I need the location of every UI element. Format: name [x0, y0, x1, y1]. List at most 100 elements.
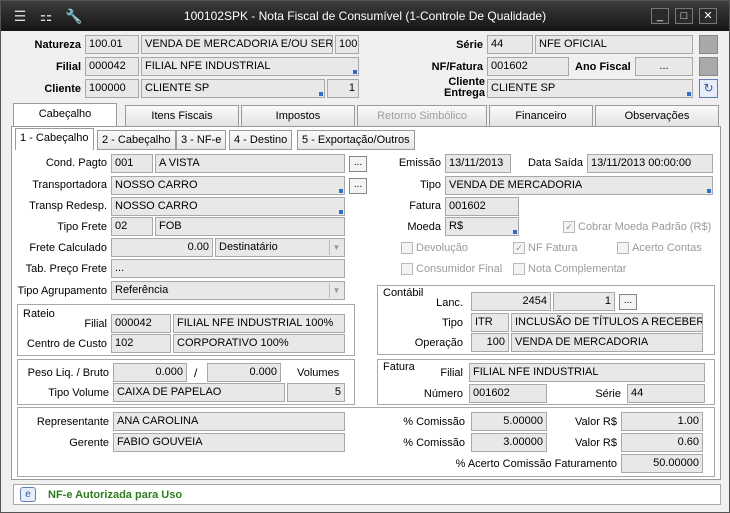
cliente-entrega-label: Cliente Entrega [444, 76, 485, 99]
tipo-frete-desc-field[interactable]: FOB [155, 217, 345, 236]
transportadora-field[interactable]: NOSSO CARRO [111, 176, 345, 195]
frete-calculado-label: Frete Calculado [29, 242, 107, 254]
emissao-field[interactable]: 13/11/2013 [445, 154, 511, 173]
fatura-numero-field[interactable]: 001602 [469, 384, 547, 403]
gerente-field[interactable]: FABIO GOUVEIA [113, 433, 345, 452]
natureza-desc-field[interactable]: VENDA DE MERCADORIA E/OU SERVI [141, 35, 333, 54]
peso-liquido-field[interactable]: 0.000 [113, 363, 187, 382]
moeda-label: Moeda [407, 221, 441, 233]
filial-desc-field[interactable]: FILIAL NFE INDUSTRIAL [141, 57, 359, 76]
tab-itens-fiscais[interactable]: Itens Fiscais [125, 105, 239, 127]
serie-flag-box [699, 35, 718, 54]
lanc-field[interactable]: 2454 [471, 292, 551, 311]
fatura-serie-field[interactable]: 44 [627, 384, 705, 403]
tab-financeiro[interactable]: Financeiro [489, 105, 593, 127]
fatura-filial-field[interactable]: FILIAL NFE INDUSTRIAL [469, 363, 705, 382]
data-saida-field[interactable]: 13/11/2013 00:00:00 [587, 154, 713, 173]
cliente-desc-field[interactable]: CLIENTE SP [141, 79, 325, 98]
comissao-pct-field-2[interactable]: 3.00000 [471, 433, 547, 452]
nota-complementar-checkbox[interactable]: Nota Complementar [513, 263, 626, 276]
tipo-volume-label: Tipo Volume [48, 387, 109, 399]
peso-bruto-field[interactable]: 0.000 [207, 363, 281, 382]
tab-impostos[interactable]: Impostos [241, 105, 355, 127]
tab-retorno-simbolico[interactable]: Retorno Simbólico [357, 105, 487, 127]
lanc-num-field[interactable]: 1 [553, 292, 615, 311]
chevron-down-icon: ▼ [329, 283, 343, 298]
operacao-label: Operação [414, 337, 463, 349]
consumidor-final-checkbox[interactable]: Consumidor Final [401, 263, 502, 276]
ano-fiscal-label: Ano Fiscal [575, 61, 631, 73]
cobrar-moeda-checkbox[interactable]: ✓ Cobrar Moeda Padrão (R$) [563, 221, 711, 234]
cliente-num-field[interactable]: 1 [327, 79, 359, 98]
nf-fatura-checkbox[interactable]: ✓ NF Fatura [513, 242, 578, 255]
close-button[interactable]: ✕ [699, 8, 717, 24]
ano-fiscal-field[interactable]: ... [635, 57, 693, 76]
transp-redesp-field[interactable]: NOSSO CARRO [111, 197, 345, 216]
volumes-field[interactable]: 5 [287, 383, 345, 402]
gear-icon[interactable] [699, 57, 718, 76]
checkmark-icon: ✓ [513, 242, 525, 255]
devolucao-checkbox[interactable]: Devolução [401, 242, 468, 255]
acerto-contas-checkbox[interactable]: Acerto Contas [617, 242, 702, 255]
tipo-frete-label: Tipo Frete [57, 221, 107, 233]
cond-pagto-desc-field[interactable]: A VISTA [155, 154, 345, 173]
subtab-4-destino[interactable]: 4 - Destino [229, 130, 293, 150]
representante-field[interactable]: ANA CAROLINA [113, 412, 345, 431]
acerto-comissao-field[interactable]: 50.00000 [621, 454, 703, 473]
subtab-5-exportacao[interactable]: 5 - Exportação/Outros [297, 130, 415, 150]
contabil-tipo-code-field[interactable]: ITR [471, 313, 509, 332]
natureza-code-field[interactable]: 100.01 [85, 35, 139, 54]
subtab-1-cabecalho[interactable]: 1 - Cabeçalho [15, 128, 94, 150]
serie-code-field[interactable]: 44 [487, 35, 533, 54]
cond-pagto-code-field[interactable]: 001 [111, 154, 153, 173]
refresh-icon[interactable]: ↻ [699, 79, 718, 98]
filial-code-field[interactable]: 000042 [85, 57, 139, 76]
contabil-tipo-desc-field[interactable]: INCLUSÃO DE TÍTULOS A RECEBER [511, 313, 703, 332]
peso-separator: / [194, 366, 198, 380]
transportadora-label: Transportadora [32, 179, 107, 191]
tipo-agrupamento-select[interactable]: Referência ▼ [111, 281, 345, 300]
valor-field-1[interactable]: 1.00 [621, 412, 703, 431]
transportadora-ellipsis-button[interactable]: ... [349, 178, 367, 194]
valor-field-2[interactable]: 0.60 [621, 433, 703, 452]
valor-label-2: Valor R$ [575, 437, 617, 449]
comissao-pct-field-1[interactable]: 5.00000 [471, 412, 547, 431]
rateio-filial-desc-field[interactable]: FILIAL NFE INDUSTRIAL 100% [173, 314, 345, 333]
rateio-filial-code-field[interactable]: 000042 [111, 314, 171, 333]
operacao-code-field[interactable]: 100 [471, 333, 509, 352]
cliente-entrega-field[interactable]: CLIENTE SP [487, 79, 693, 98]
lookup-dot-icon [353, 70, 357, 74]
cliente-code-field[interactable]: 100000 [85, 79, 139, 98]
lookup-dot-icon [707, 189, 711, 193]
volumes-label: Volumes [297, 367, 340, 379]
maximize-button[interactable]: □ [675, 8, 693, 24]
natureza-num-field[interactable]: 100 [335, 35, 359, 54]
tipo-field[interactable]: VENDA DE MERCADORIA [445, 176, 713, 195]
subtab-3-nfe[interactable]: 3 - NF-e [176, 130, 227, 150]
tab-observacoes[interactable]: Observações [595, 105, 719, 127]
cond-pagto-ellipsis-button[interactable]: ... [349, 156, 367, 172]
frete-calculado-field[interactable]: 0.00 [111, 238, 213, 257]
lanc-ellipsis-button[interactable]: ... [619, 294, 637, 310]
subtab-2-cabecalho[interactable]: 2 - Cabeçalho [97, 130, 176, 150]
operacao-desc-field[interactable]: VENDA DE MERCADORIA [511, 333, 703, 352]
data-saida-label: Data Saída [527, 157, 583, 169]
lookup-dot-icon [319, 92, 323, 96]
comissao-pct-label-2: % Comissão [403, 437, 465, 449]
centro-custo-code-field[interactable]: 102 [111, 334, 171, 353]
tipo-volume-field[interactable]: CAIXA DE PAPELAO [113, 383, 285, 402]
nf-fatura-field[interactable]: 001602 [487, 57, 569, 76]
frete-destino-select[interactable]: Destinatário ▼ [215, 238, 345, 257]
serie-desc-field[interactable]: NFE OFICIAL [535, 35, 693, 54]
window-title: 100102SPK - Nota Fiscal de Consumível (1… [183, 9, 547, 23]
minimize-button[interactable]: _ [651, 8, 669, 24]
moeda-field[interactable]: R$ [445, 217, 519, 236]
lookup-dot-icon [339, 189, 343, 193]
status-text: NF-e Autorizada para Uso [48, 489, 183, 501]
tipo-frete-code-field[interactable]: 02 [111, 217, 153, 236]
filial-label: Filial [55, 61, 81, 73]
centro-custo-desc-field[interactable]: CORPORATIVO 100% [173, 334, 345, 353]
fatura-field[interactable]: 001602 [445, 197, 519, 216]
tab-cabecalho[interactable]: Cabeçalho [13, 103, 117, 127]
tab-preco-frete-field[interactable]: ... [111, 259, 345, 278]
